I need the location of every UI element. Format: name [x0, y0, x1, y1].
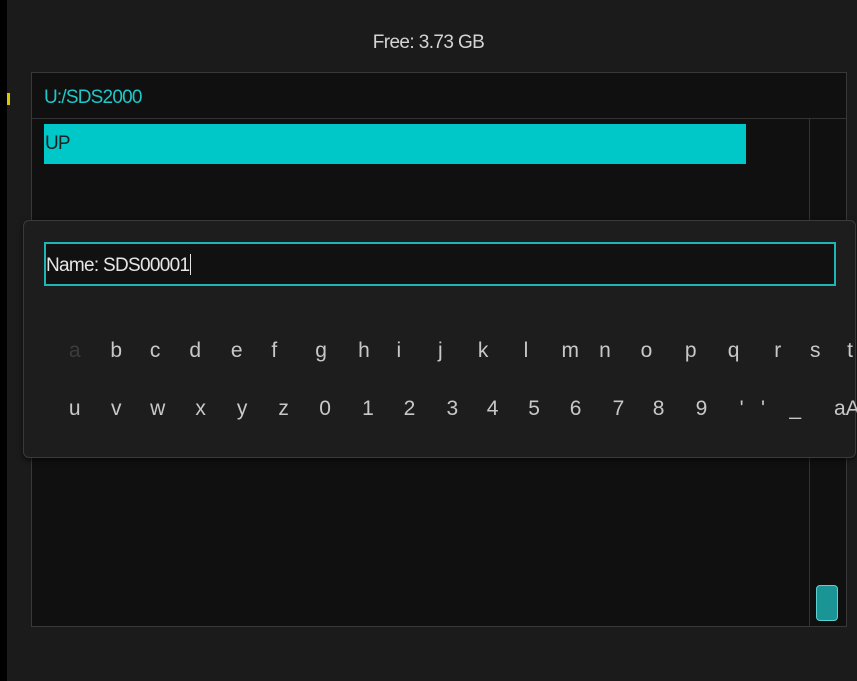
- channel-marker: [7, 93, 10, 105]
- keyboard-row-2: u v w x y z 0 1 2 3 4 5 6 7 8 9 ' ' _ aA: [24, 397, 857, 427]
- key-1-10[interactable]: 4: [481, 397, 505, 427]
- key-0-5[interactable]: f: [262, 339, 286, 369]
- key-0-18[interactable]: s: [803, 339, 827, 369]
- key-0-16[interactable]: q: [722, 339, 746, 369]
- key-1-2[interactable]: w: [146, 397, 170, 427]
- text-caret: [190, 254, 192, 275]
- key-0-12[interactable]: m: [558, 339, 582, 369]
- key-0-2[interactable]: c: [143, 339, 167, 369]
- name-keyboard-dialog: Name: SDS00001 abcdefghijklmnopqrst uvwx…: [23, 220, 857, 458]
- key-1-15[interactable]: 9: [689, 397, 713, 427]
- key-0-13[interactable]: n: [593, 339, 617, 369]
- key-1-18[interactable]: _: [783, 397, 807, 427]
- key-1-5[interactable]: z: [272, 397, 296, 427]
- name-input-value: Name: SDS00001: [46, 255, 190, 276]
- key-1-7[interactable]: 1: [356, 397, 380, 427]
- key-1-0[interactable]: u: [63, 397, 87, 427]
- key-0-17[interactable]: r: [766, 339, 790, 369]
- free-space-label: Free: 3.73 GB: [372, 32, 485, 53]
- key-0-0[interactable]: a: [63, 339, 87, 369]
- key-1-1[interactable]: v: [104, 397, 128, 427]
- key-0-7[interactable]: h: [352, 339, 376, 369]
- name-input-text: Name: SDS00001: [46, 254, 192, 277]
- key-1-13[interactable]: 7: [606, 397, 630, 427]
- key-1-3[interactable]: x: [189, 397, 213, 427]
- key-1-6[interactable]: 0: [313, 397, 337, 427]
- left-edge-strip: [0, 0, 7, 681]
- file-item-label: UP: [45, 133, 71, 154]
- key-0-14[interactable]: o: [635, 339, 659, 369]
- key-0-4[interactable]: e: [225, 339, 249, 369]
- scrollbar-thumb[interactable]: [816, 585, 838, 621]
- file-list-item-up[interactable]: UP: [44, 124, 746, 164]
- key-1-14[interactable]: 8: [647, 397, 671, 427]
- current-path: U:/SDS2000: [44, 87, 142, 108]
- key-0-9[interactable]: j: [428, 339, 452, 369]
- key-1-4[interactable]: y: [230, 397, 254, 427]
- key-0-19[interactable]: t: [838, 339, 857, 369]
- path-row[interactable]: U:/SDS2000: [32, 73, 846, 119]
- key-0-15[interactable]: p: [679, 339, 703, 369]
- key-1-9[interactable]: 3: [440, 397, 464, 427]
- key-1-12[interactable]: 6: [564, 397, 588, 427]
- key-0-6[interactable]: g: [309, 339, 333, 369]
- key-1-8[interactable]: 2: [398, 397, 422, 427]
- name-input[interactable]: Name: SDS00001: [44, 242, 836, 286]
- key-0-3[interactable]: d: [183, 339, 207, 369]
- key-0-1[interactable]: b: [104, 339, 128, 369]
- key-0-11[interactable]: l: [514, 339, 538, 369]
- key-1-17[interactable]: ': [751, 397, 775, 427]
- key-0-8[interactable]: i: [387, 339, 411, 369]
- key-1-16[interactable]: ': [730, 397, 754, 427]
- key-0-10[interactable]: k: [471, 339, 495, 369]
- key-1-19[interactable]: aA: [834, 397, 857, 427]
- key-1-11[interactable]: 5: [522, 397, 546, 427]
- keyboard-row-1: abcdefghijklmnopqrst: [24, 339, 857, 369]
